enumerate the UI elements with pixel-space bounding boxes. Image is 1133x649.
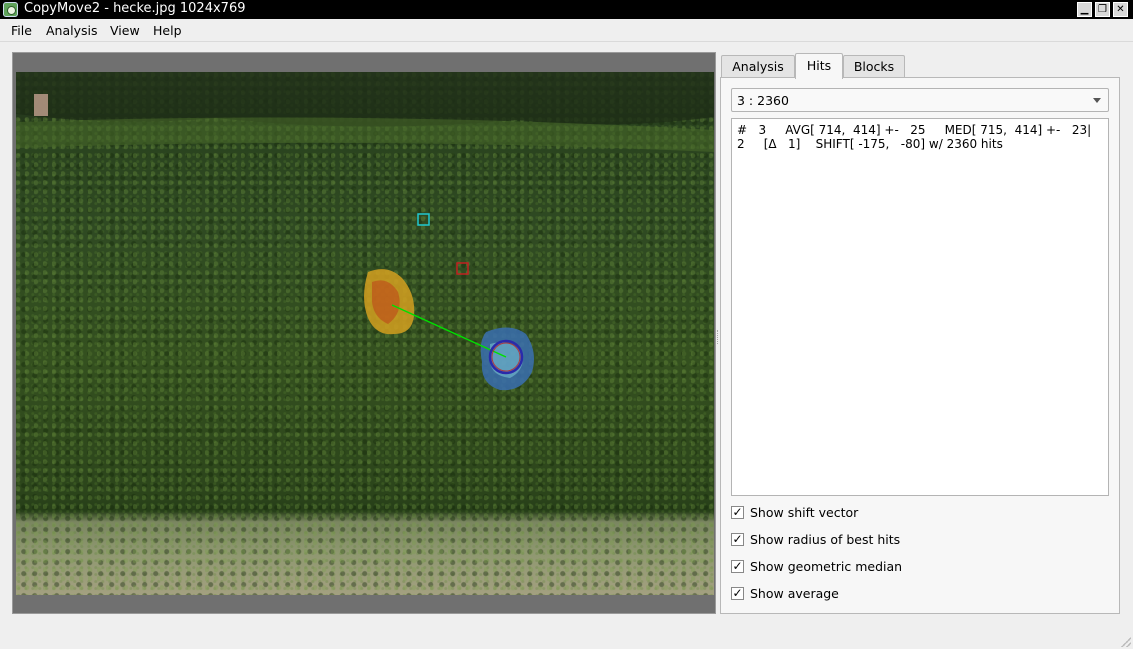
minimize-button[interactable]: ▁ xyxy=(1077,2,1092,17)
label-show-average: Show average xyxy=(750,586,839,601)
median-marker xyxy=(456,262,469,275)
title-bar: CopyMove2 - hecke.jpg 1024x769 ▁ ❐ ✕ xyxy=(0,0,1133,19)
average-marker xyxy=(417,213,430,226)
analyzed-image[interactable] xyxy=(16,72,714,595)
menu-analysis[interactable]: Analysis xyxy=(46,23,98,38)
chevron-down-icon xyxy=(1093,98,1101,103)
menu-help[interactable]: Help xyxy=(153,23,182,38)
hits-line-1: # 3 AVG[ 714, 414] +- 25 MED[ 715, 414] … xyxy=(737,123,1092,137)
resize-grip-icon[interactable] xyxy=(1121,637,1131,647)
tab-blocks[interactable]: Blocks xyxy=(843,55,905,78)
restore-button[interactable]: ❐ xyxy=(1095,2,1110,17)
tab-analysis[interactable]: Analysis xyxy=(721,55,795,78)
house-wall xyxy=(34,94,48,116)
menu-view[interactable]: View xyxy=(110,23,140,38)
tab-hits[interactable]: Hits xyxy=(795,53,843,79)
checkbox-show-shift-vector[interactable]: ✓ xyxy=(731,506,744,519)
menu-bar: File Analysis View Help xyxy=(0,19,1133,42)
checkbox-show-average[interactable]: ✓ xyxy=(731,587,744,600)
hit-selector-value: 3 : 2360 xyxy=(737,93,789,108)
label-show-median: Show geometric median xyxy=(750,559,903,574)
app-icon xyxy=(3,2,18,17)
label-show-radius: Show radius of best hits xyxy=(750,532,901,547)
image-view[interactable] xyxy=(12,52,716,614)
close-button[interactable]: ✕ xyxy=(1113,2,1128,17)
checkbox-show-radius[interactable]: ✓ xyxy=(731,533,744,546)
hit-selector-dropdown[interactable]: 3 : 2360 xyxy=(731,88,1109,112)
menu-file[interactable]: File xyxy=(11,23,32,38)
hits-line-2: 2 [Δ 1] SHIFT[ -175, -80] w/ 2360 hits xyxy=(737,137,1003,151)
window-title: CopyMove2 - hecke.jpg 1024x769 xyxy=(24,1,246,16)
checkbox-show-median[interactable]: ✓ xyxy=(731,560,744,573)
label-show-shift-vector: Show shift vector xyxy=(750,505,859,520)
hits-info-textarea[interactable]: # 3 AVG[ 714, 414] +- 25 MED[ 715, 414] … xyxy=(731,118,1109,496)
overlay-canvas xyxy=(16,72,714,391)
